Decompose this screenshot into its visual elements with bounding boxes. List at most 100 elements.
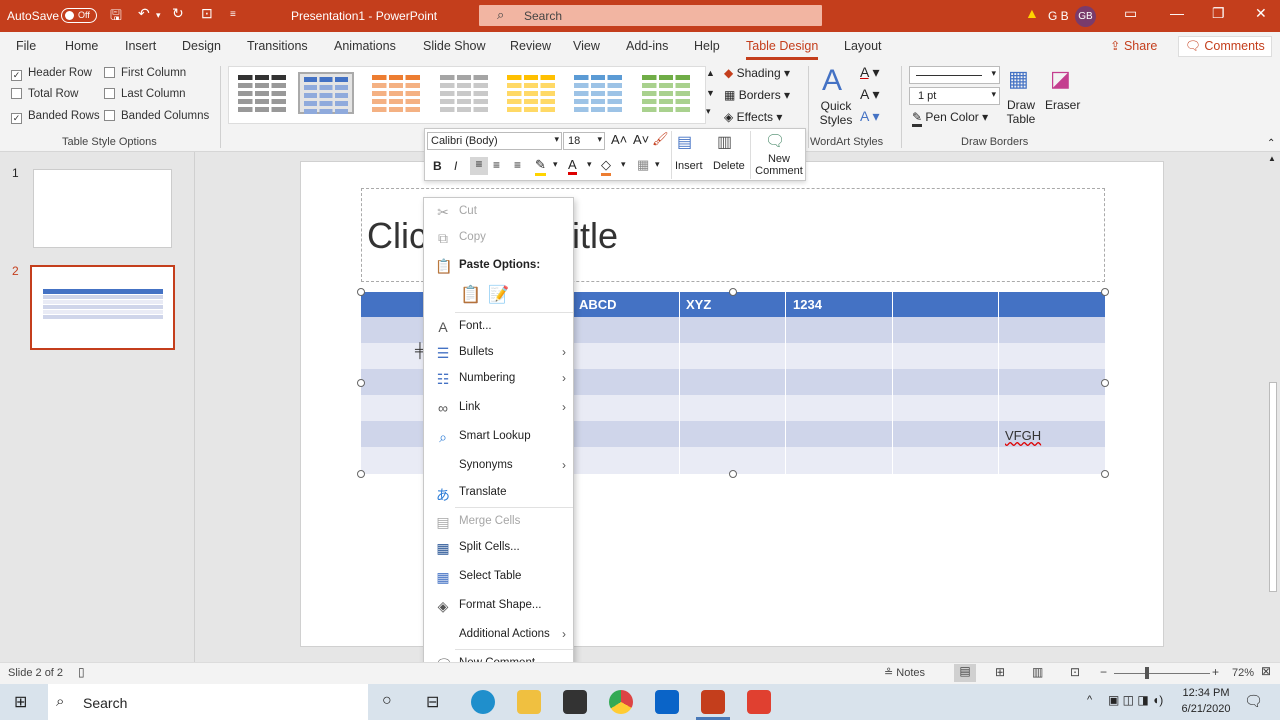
draw-table-icon[interactable]: ▦ bbox=[1008, 66, 1029, 92]
accessibility-icon[interactable]: ▯ bbox=[78, 665, 85, 679]
tab-insert[interactable]: Insert bbox=[125, 39, 156, 53]
task-view-icon[interactable]: ⊟ bbox=[426, 692, 439, 712]
last-column-checkbox[interactable]: Last Column bbox=[104, 88, 186, 100]
save-icon[interactable]: 🖫 bbox=[110, 5, 122, 29]
zoom-out-icon[interactable]: − bbox=[1100, 665, 1107, 679]
tray-chevron-icon[interactable]: ^ bbox=[1087, 694, 1092, 706]
taskbar-search-box[interactable]: ⌕ Search bbox=[48, 684, 368, 720]
table-style-6[interactable] bbox=[570, 72, 626, 114]
pen-weight-dropdown[interactable]: 1 pt ▾ bbox=[909, 87, 1000, 105]
redo-icon[interactable]: ↻ bbox=[172, 5, 184, 22]
clock-date[interactable]: 6/21/2020 bbox=[1176, 703, 1236, 715]
menu-item-font[interactable]: A Font... bbox=[424, 315, 573, 339]
menu-item-merge-cells[interactable]: ▤ Merge Cells bbox=[424, 510, 573, 534]
edge-icon[interactable] bbox=[471, 690, 495, 714]
insert-button[interactable]: Insert bbox=[675, 160, 703, 172]
undo-icon[interactable]: ↶ bbox=[138, 5, 150, 22]
autosave-toggle[interactable]: Off bbox=[61, 8, 97, 23]
banded-columns-checkbox[interactable]: Banded Columns bbox=[104, 110, 209, 122]
menu-item-additional-actions[interactable]: Additional Actions › bbox=[424, 623, 573, 647]
share-button[interactable]: ⇪ Share bbox=[1110, 38, 1157, 53]
menu-item-synonyms[interactable]: Synonyms › bbox=[424, 454, 573, 478]
tab-home[interactable]: Home bbox=[65, 39, 98, 53]
normal-view-icon[interactable]: ▤ bbox=[954, 664, 976, 682]
font-name-dropdown[interactable]: Calibri (Body) ▾ bbox=[427, 132, 562, 150]
format-painter-icon[interactable]: 🖌 bbox=[652, 131, 669, 147]
ribbon-display-icon[interactable]: ▭ bbox=[1124, 5, 1137, 22]
tab-design[interactable]: Design bbox=[182, 39, 221, 53]
zoom-in-icon[interactable]: + bbox=[1212, 665, 1219, 679]
first-column-checkbox[interactable]: First Column bbox=[104, 67, 186, 79]
reading-view-icon[interactable]: ▥ bbox=[1032, 665, 1043, 679]
search-box[interactable]: ⌕ Search bbox=[479, 5, 822, 26]
gallery-more-icon[interactable]: ▾ bbox=[706, 106, 711, 117]
slide-thumbnail-1[interactable] bbox=[33, 169, 172, 248]
tab-slide-show[interactable]: Slide Show bbox=[423, 39, 486, 53]
notes-button[interactable]: ≗ Notes bbox=[884, 666, 925, 679]
table-style-5[interactable] bbox=[503, 72, 559, 114]
notifications-icon[interactable]: 🗨 bbox=[1244, 692, 1263, 710]
borders-icon[interactable]: ▦ bbox=[637, 157, 649, 173]
table-header-cell[interactable]: ABCD bbox=[579, 297, 617, 312]
increase-font-icon[interactable]: A˄ bbox=[611, 132, 627, 147]
table-cell[interactable]: VFGH bbox=[1005, 428, 1041, 443]
effects-button[interactable]: ◈ Effects ▾ bbox=[724, 110, 782, 124]
bold-icon[interactable]: B bbox=[433, 159, 442, 173]
eraser-button[interactable]: Eraser bbox=[1045, 98, 1080, 112]
menu-item-link[interactable]: ∞ Link › bbox=[424, 396, 573, 420]
store-icon[interactable] bbox=[563, 690, 587, 714]
menu-item-cut[interactable]: ✂ Cut bbox=[424, 200, 573, 224]
banded-rows-checkbox[interactable]: ✓ Banded Rows bbox=[11, 110, 100, 124]
table-style-2-selected[interactable] bbox=[298, 72, 354, 114]
tab-add-ins[interactable]: Add-ins bbox=[626, 39, 668, 53]
quick-styles-button[interactable]: Quick Styles bbox=[815, 99, 857, 127]
pen-style-dropdown[interactable]: ▾ bbox=[909, 66, 1000, 84]
menu-item-copy[interactable]: ⧉ Copy bbox=[424, 226, 573, 250]
italic-icon[interactable]: I bbox=[454, 159, 457, 173]
menu-item-format-shape[interactable]: ◈ Format Shape... bbox=[424, 594, 573, 618]
tab-animations[interactable]: Animations bbox=[334, 39, 396, 53]
menu-item-bullets[interactable]: ☰ Bullets › bbox=[424, 341, 573, 365]
slide-sorter-icon[interactable]: ⊞ bbox=[995, 665, 1005, 679]
header-row-checkbox[interactable]: ✓ Header Row bbox=[11, 67, 92, 81]
table-header-cell[interactable]: 1234 bbox=[793, 297, 822, 312]
new-comment-button[interactable]: New Comment bbox=[753, 153, 805, 177]
file-explorer-icon[interactable] bbox=[517, 690, 541, 714]
comments-button[interactable]: 🗨 Comments bbox=[1178, 36, 1272, 57]
fit-slide-icon[interactable]: ⊠ bbox=[1261, 664, 1271, 678]
powerpoint-icon[interactable] bbox=[701, 690, 725, 714]
align-right-icon[interactable]: ≡ bbox=[514, 158, 521, 172]
tray-icons[interactable]: ▣ ◫ ◨ ◖) bbox=[1108, 693, 1163, 707]
align-center-icon[interactable]: ≡ bbox=[493, 158, 500, 172]
tab-help[interactable]: Help bbox=[694, 39, 720, 53]
clock-time[interactable]: 12:34 PM bbox=[1176, 687, 1236, 699]
tab-file[interactable]: File bbox=[16, 39, 36, 53]
tab-layout[interactable]: Layout bbox=[844, 39, 882, 53]
gallery-up-icon[interactable]: ▲ bbox=[706, 68, 715, 78]
menu-item-smart-lookup[interactable]: ⌕ Smart Lookup bbox=[424, 425, 573, 449]
highlight-icon[interactable]: ✎ bbox=[535, 157, 546, 176]
paste-text-only-icon[interactable]: 📝 bbox=[488, 285, 509, 305]
menu-item-split-cells[interactable]: ▦ Split Cells... bbox=[424, 536, 573, 560]
new-comment-icon[interactable]: 🗨 bbox=[765, 131, 785, 151]
delete-button[interactable]: Delete bbox=[713, 160, 745, 172]
minimize-icon[interactable]: — bbox=[1170, 5, 1184, 21]
present-icon[interactable]: ⊡ bbox=[201, 5, 213, 22]
delete-rows-icon[interactable]: ▥ bbox=[717, 132, 732, 152]
app-icon[interactable] bbox=[747, 690, 771, 714]
paste-keep-formatting-icon[interactable]: 📋 bbox=[460, 285, 481, 305]
borders-button[interactable]: ▦ Borders ▾ bbox=[724, 88, 790, 102]
cortana-icon[interactable]: ○ bbox=[382, 692, 392, 710]
quick-styles-icon[interactable]: A bbox=[822, 64, 842, 98]
vertical-scrollbar[interactable]: ▲ bbox=[1266, 152, 1280, 662]
restore-icon[interactable]: ❐ bbox=[1212, 5, 1225, 22]
table-style-7[interactable] bbox=[638, 72, 694, 114]
zoom-slider-thumb[interactable] bbox=[1145, 667, 1149, 679]
tab-view[interactable]: View bbox=[573, 39, 600, 53]
draw-table-button[interactable]: Draw Table bbox=[1004, 98, 1038, 126]
avatar[interactable]: GB bbox=[1075, 6, 1096, 27]
customize-qat-icon[interactable]: ≡ bbox=[230, 9, 236, 20]
shape-fill-icon[interactable]: ◇ bbox=[601, 157, 611, 176]
menu-item-select-table[interactable]: ▦ Select Table bbox=[424, 565, 573, 589]
total-row-checkbox[interactable]: Total Row bbox=[11, 88, 79, 100]
